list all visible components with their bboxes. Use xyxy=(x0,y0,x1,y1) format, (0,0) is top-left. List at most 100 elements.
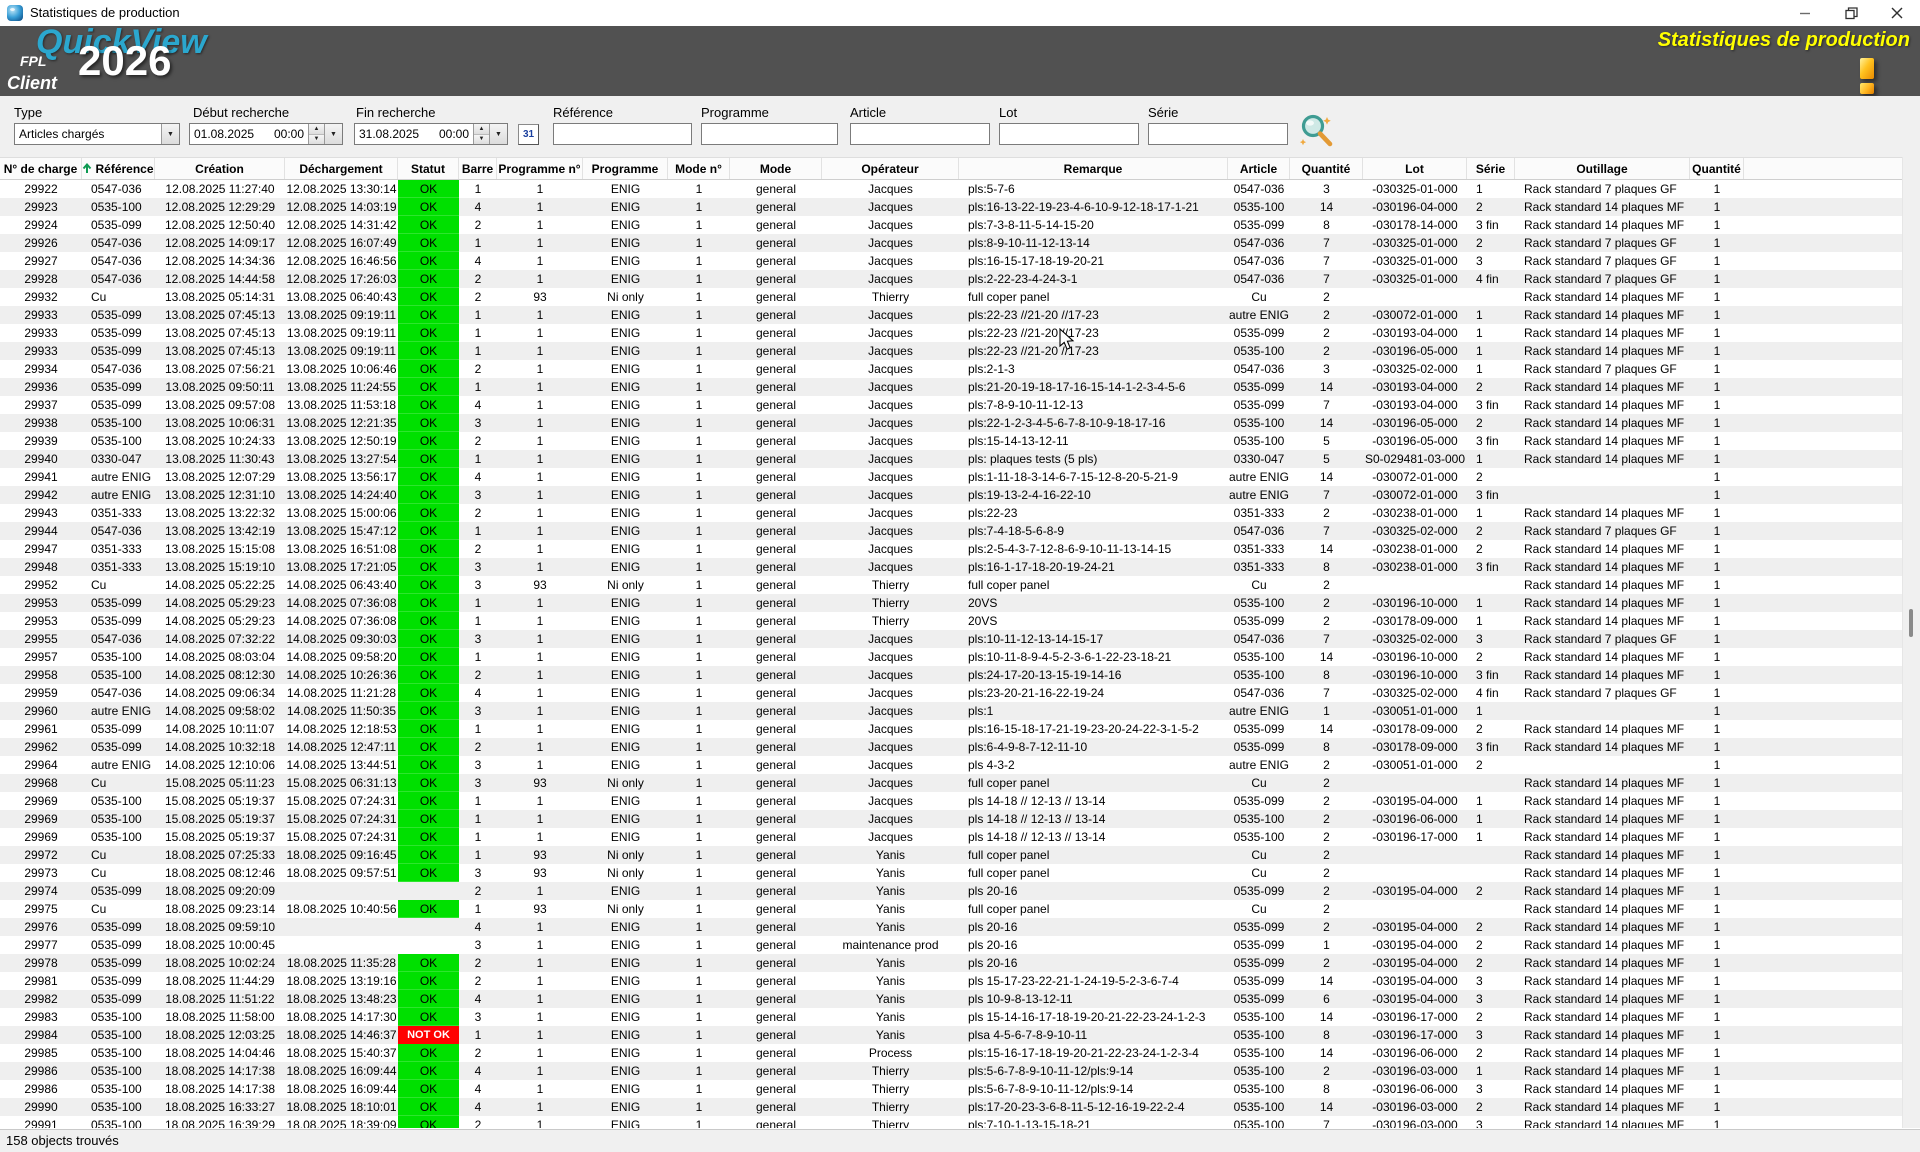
table-row[interactable]: 299840535-10018.08.2025 12:03:2518.08.20… xyxy=(0,1026,1903,1044)
table-row[interactable]: 299360535-09913.08.2025 09:50:1113.08.20… xyxy=(0,378,1903,396)
table-row[interactable]: 29975Cu18.08.2025 09:23:1418.08.2025 10:… xyxy=(0,900,1903,918)
table-row[interactable]: 29973Cu18.08.2025 08:12:4618.08.2025 09:… xyxy=(0,864,1903,882)
column-header-s-rie[interactable]: Série xyxy=(1467,158,1515,179)
column-header-quantit[interactable]: Quantité xyxy=(1690,158,1744,179)
restore-button[interactable] xyxy=(1828,0,1874,26)
table-row[interactable]: 29960autre ENIG14.08.2025 09:58:0214.08.… xyxy=(0,702,1903,720)
table-row[interactable]: 299230535-10012.08.2025 12:29:2912.08.20… xyxy=(0,198,1903,216)
table-row[interactable]: 299480351-33313.08.2025 15:19:1013.08.20… xyxy=(0,558,1903,576)
column-header-quantit[interactable]: Quantité xyxy=(1290,158,1363,179)
table-row[interactable]: 299580535-10014.08.2025 08:12:3014.08.20… xyxy=(0,666,1903,684)
table-row[interactable]: 299530535-09914.08.2025 05:29:2314.08.20… xyxy=(0,594,1903,612)
column-header-programme-n[interactable]: Programme n° xyxy=(497,158,583,179)
table-row[interactable]: 299740535-09918.08.2025 09:20:0921ENIG1g… xyxy=(0,882,1903,900)
column-header-d-chargement[interactable]: Déchargement xyxy=(285,158,398,179)
table-row[interactable]: 299550547-03614.08.2025 07:32:2214.08.20… xyxy=(0,630,1903,648)
cell: general xyxy=(730,288,822,306)
date-end-picker[interactable]: 31.08.2025 00:00 ▲▼ ▼ xyxy=(354,123,508,145)
table-row[interactable]: 299820535-09918.08.2025 11:51:2218.08.20… xyxy=(0,990,1903,1008)
table-row[interactable]: 299860535-10018.08.2025 14:17:3818.08.20… xyxy=(0,1062,1903,1080)
table-row[interactable]: 299390535-10013.08.2025 10:24:3313.08.20… xyxy=(0,432,1903,450)
column-header-blank[interactable] xyxy=(1744,158,1903,179)
table-row[interactable]: 299440547-03613.08.2025 13:42:1913.08.20… xyxy=(0,522,1903,540)
table-row[interactable]: 29968Cu15.08.2025 05:11:2315.08.2025 06:… xyxy=(0,774,1903,792)
table-row[interactable]: 299370535-09913.08.2025 09:57:0813.08.20… xyxy=(0,396,1903,414)
table-row[interactable]: 299590547-03614.08.2025 09:06:3414.08.20… xyxy=(0,684,1903,702)
article-input[interactable] xyxy=(850,123,990,145)
table-row[interactable]: 29972Cu18.08.2025 07:25:3318.08.2025 09:… xyxy=(0,846,1903,864)
chevron-down-icon[interactable]: ▼ xyxy=(161,124,179,144)
column-header-outillage[interactable]: Outillage xyxy=(1515,158,1690,179)
close-button[interactable] xyxy=(1874,0,1920,26)
table-row[interactable]: 299330535-09913.08.2025 07:45:1313.08.20… xyxy=(0,342,1903,360)
table-row[interactable]: 299830535-10018.08.2025 11:58:0018.08.20… xyxy=(0,1008,1903,1026)
table-row[interactable]: 299430351-33313.08.2025 13:22:3213.08.20… xyxy=(0,504,1903,522)
lot-input[interactable] xyxy=(999,123,1139,145)
column-header-op-rateur[interactable]: Opérateur xyxy=(822,158,959,179)
cell: 1 xyxy=(1690,576,1744,594)
table-row[interactable]: 299690535-10015.08.2025 05:19:3715.08.20… xyxy=(0,828,1903,846)
chevron-down-icon[interactable]: ▼ xyxy=(489,124,507,144)
date-start-picker[interactable]: 01.08.2025 00:00 ▲▼ ▼ xyxy=(189,123,343,145)
cell: ENIG xyxy=(583,738,668,756)
table-row[interactable]: 299690535-10015.08.2025 05:19:3715.08.20… xyxy=(0,792,1903,810)
programme-input[interactable] xyxy=(701,123,838,145)
cell: 3 xyxy=(459,486,497,504)
time-spinner[interactable]: ▲▼ xyxy=(473,124,489,144)
table-row[interactable]: 29952Cu14.08.2025 05:22:2514.08.2025 06:… xyxy=(0,576,1903,594)
magnifier-icon[interactable] xyxy=(1298,113,1336,151)
table-row[interactable]: 299330535-09913.08.2025 07:45:1313.08.20… xyxy=(0,324,1903,342)
chevron-down-icon[interactable]: ▼ xyxy=(324,124,342,144)
column-header-article[interactable]: Article xyxy=(1228,158,1290,179)
column-header-mode-n[interactable]: Mode n° xyxy=(668,158,730,179)
table-row[interactable]: 299810535-09918.08.2025 11:44:2918.08.20… xyxy=(0,972,1903,990)
table-row[interactable]: 29941autre ENIG13.08.2025 12:07:2913.08.… xyxy=(0,468,1903,486)
cell: 1 xyxy=(1467,360,1515,378)
table-row[interactable]: 29932Cu13.08.2025 05:14:3113.08.2025 06:… xyxy=(0,288,1903,306)
table-row[interactable]: 299260547-03612.08.2025 14:09:1712.08.20… xyxy=(0,234,1903,252)
table-row[interactable]: 299770535-09918.08.2025 10:00:4531ENIG1g… xyxy=(0,936,1903,954)
table-row[interactable]: 299270547-03612.08.2025 14:34:3612.08.20… xyxy=(0,252,1903,270)
column-header-lot[interactable]: Lot xyxy=(1363,158,1467,179)
table-row[interactable]: 299530535-09914.08.2025 05:29:2314.08.20… xyxy=(0,612,1903,630)
column-header-r-f-rence[interactable]: Référence xyxy=(82,158,155,179)
table-row[interactable]: 299850535-10018.08.2025 14:04:4618.08.20… xyxy=(0,1044,1903,1062)
table-row[interactable]: 299220547-03612.08.2025 11:27:4012.08.20… xyxy=(0,180,1903,198)
reference-input[interactable] xyxy=(553,123,692,145)
cell: 15.08.2025 05:19:37 xyxy=(155,810,285,828)
table-row[interactable]: 29964autre ENIG14.08.2025 12:10:0614.08.… xyxy=(0,756,1903,774)
table-row[interactable]: 299570535-10014.08.2025 08:03:0414.08.20… xyxy=(0,648,1903,666)
type-select[interactable]: Articles chargés ▼ xyxy=(14,123,180,145)
column-header-programme[interactable]: Programme xyxy=(583,158,668,179)
cell: -030238-01-000 xyxy=(1363,558,1467,576)
table-row[interactable]: 299280547-03612.08.2025 14:44:5812.08.20… xyxy=(0,270,1903,288)
table-row[interactable]: 299760535-09918.08.2025 09:59:1041ENIG1g… xyxy=(0,918,1903,936)
table-row[interactable]: 299690535-10015.08.2025 05:19:3715.08.20… xyxy=(0,810,1903,828)
table-row[interactable]: 299340547-03613.08.2025 07:56:2113.08.20… xyxy=(0,360,1903,378)
calendar-31-icon[interactable]: 31 xyxy=(518,124,539,145)
table-row[interactable]: 299860535-10018.08.2025 14:17:3818.08.20… xyxy=(0,1080,1903,1098)
column-header-mode[interactable]: Mode xyxy=(730,158,822,179)
scrollbar-thumb[interactable] xyxy=(1909,609,1913,637)
table-row[interactable]: 299780535-09918.08.2025 10:02:2418.08.20… xyxy=(0,954,1903,972)
column-header-barre[interactable]: Barre xyxy=(459,158,497,179)
time-spinner[interactable]: ▲▼ xyxy=(308,124,324,144)
column-header-remarque[interactable]: Remarque xyxy=(959,158,1228,179)
column-header-n-de-charge[interactable]: N° de charge xyxy=(0,158,82,179)
table-row[interactable]: 299330535-09913.08.2025 07:45:1313.08.20… xyxy=(0,306,1903,324)
table-row[interactable]: 299900535-10018.08.2025 16:33:2718.08.20… xyxy=(0,1098,1903,1116)
table-row[interactable]: 29942autre ENIG13.08.2025 12:31:1013.08.… xyxy=(0,486,1903,504)
vertical-scrollbar[interactable] xyxy=(1902,157,1920,1128)
table-row[interactable]: 299620535-09914.08.2025 10:32:1814.08.20… xyxy=(0,738,1903,756)
table-row[interactable]: 299610535-09914.08.2025 10:11:0714.08.20… xyxy=(0,720,1903,738)
cell: 0547-036 xyxy=(82,360,155,378)
table-row[interactable]: 299240535-09912.08.2025 12:50:4012.08.20… xyxy=(0,216,1903,234)
minimize-button[interactable] xyxy=(1782,0,1828,26)
column-header-cr-ation[interactable]: Création xyxy=(155,158,285,179)
table-row[interactable]: 299380535-10013.08.2025 10:06:3113.08.20… xyxy=(0,414,1903,432)
table-row[interactable]: 299400330-04713.08.2025 11:30:4313.08.20… xyxy=(0,450,1903,468)
serie-input[interactable] xyxy=(1148,123,1288,145)
table-row[interactable]: 299470351-33313.08.2025 15:15:0813.08.20… xyxy=(0,540,1903,558)
column-header-statut[interactable]: Statut xyxy=(398,158,459,179)
table-row[interactable]: 299910535-10018.08.2025 16:39:2918.08.20… xyxy=(0,1116,1903,1128)
